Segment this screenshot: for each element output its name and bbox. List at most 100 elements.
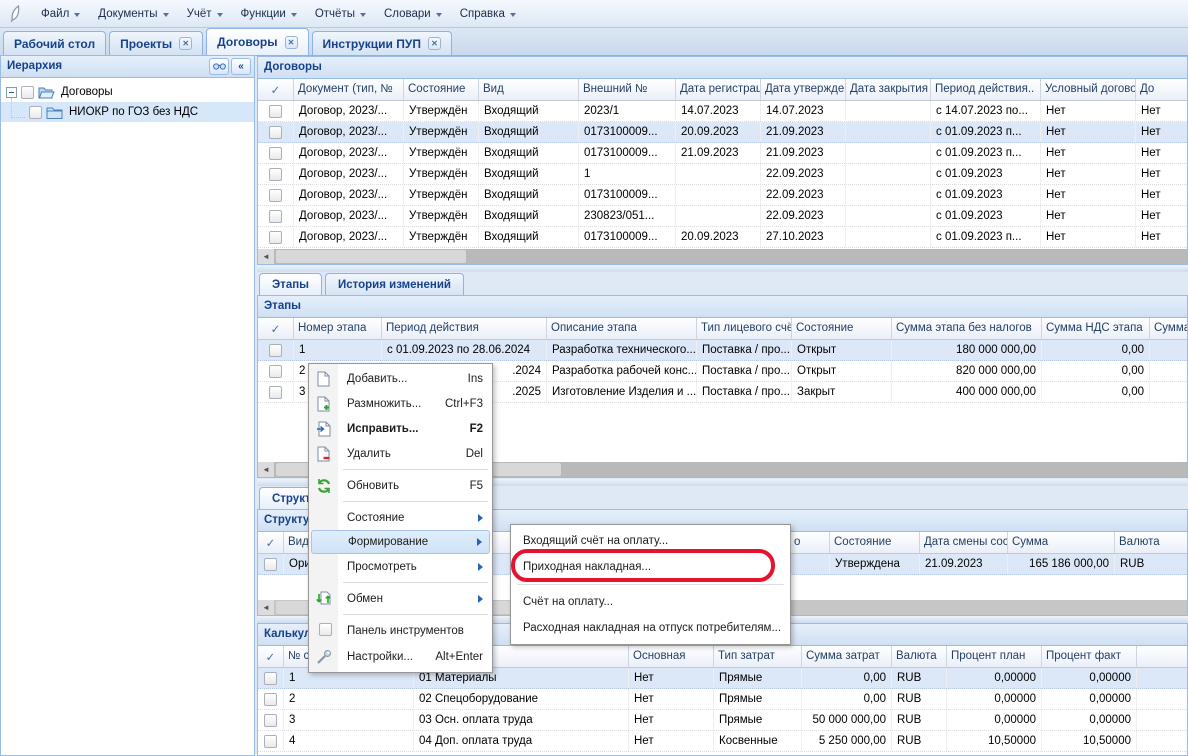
grid-header-cell[interactable]: Сумма затрат <box>802 646 892 667</box>
tab-close-icon[interactable]: ✕ <box>428 37 441 50</box>
row-checkbox[interactable] <box>269 147 282 160</box>
section-tab-история изменений[interactable]: История изменений <box>325 273 464 295</box>
submenu-item-счёт-на-оплату[interactable]: Счёт на оплату... <box>513 589 788 615</box>
tab-проекты[interactable]: Проекты✕ <box>109 31 203 55</box>
menubar-item-словари[interactable]: Словари <box>375 3 451 25</box>
menu-item-состояние[interactable]: Состояние <box>311 505 490 530</box>
grid-header-cell[interactable]: Номер этапа <box>294 318 382 339</box>
grid-header-cell[interactable]: Дата закрытия <box>846 79 931 100</box>
submenu-item-расходная-накладная-на-отпуск-потребителям[interactable]: Расходная накладная на отпуск потребител… <box>513 615 788 641</box>
grid-row[interactable]: Договор, 2023/...УтверждёнВходящий017310… <box>258 227 1187 248</box>
grid-header-cell[interactable]: До <box>1136 79 1188 100</box>
submenu-item-входящий-счёт-на-оплату[interactable]: Входящий счёт на оплату... <box>513 528 788 554</box>
grid-header-cell[interactable]: Состояние <box>830 532 920 553</box>
grid-header-cell[interactable]: ✓ <box>258 532 284 553</box>
menubar-item-отчёты[interactable]: Отчёты <box>306 3 375 25</box>
row-checkbox[interactable] <box>269 105 282 118</box>
grid-header-cell[interactable]: Условный договор <box>1041 79 1136 100</box>
row-checkbox[interactable] <box>264 714 277 727</box>
grid-row[interactable]: 1с 01.09.2023 по 28.06.2024Разработка те… <box>258 340 1187 361</box>
grid-header-cell[interactable]: Тип затрат <box>714 646 802 667</box>
row-checkbox[interactable] <box>269 365 282 378</box>
grid-header-cell[interactable]: Сумма э <box>1150 318 1188 339</box>
menu-item-удалить[interactable]: УдалитьDel <box>311 441 490 466</box>
tree-node-root[interactable]: Договоры <box>1 82 254 102</box>
row-checkbox[interactable] <box>269 210 282 223</box>
grid-header-cell[interactable]: Период действия.. <box>931 79 1041 100</box>
grid-header-cell[interactable]: Дата утверждения <box>761 79 846 100</box>
grid-header-cell[interactable]: ✓ <box>258 646 284 667</box>
scroll-left-icon[interactable]: ◄ <box>258 462 274 477</box>
grid-header-cell[interactable]: Состояние <box>404 79 479 100</box>
grid-header-cell[interactable]: Основная <box>629 646 714 667</box>
grid-row[interactable]: 202 СпецоборудованиеНетПрямые0,00RUB0,00… <box>258 689 1187 710</box>
menu-item-размножить[interactable]: Размножить...Ctrl+F3 <box>311 391 490 416</box>
tab-close-icon[interactable]: ✕ <box>285 36 298 49</box>
row-checkbox[interactable] <box>269 344 282 357</box>
grid-row[interactable]: Договор, 2023/...УтверждёнВходящий017310… <box>258 122 1187 143</box>
grid-row[interactable]: Договор, 2023/...УтверждёнВходящий017310… <box>258 143 1187 164</box>
grid-header-cell[interactable]: Описание этапа <box>547 318 697 339</box>
grid-header-cell[interactable]: Валюта <box>1115 532 1188 553</box>
tab-рабочий-стол[interactable]: Рабочий стол <box>3 31 106 55</box>
menu-item-панель-инструментов[interactable]: Панель инструментов <box>311 618 490 644</box>
menu-item-настройки[interactable]: Настройки...Alt+Enter <box>311 644 490 670</box>
grid-header-cell[interactable]: Вид <box>479 79 579 100</box>
menubar-item-справка[interactable]: Справка <box>451 3 525 25</box>
menu-item-добавить[interactable]: Добавить...Ins <box>311 366 490 391</box>
row-checkbox[interactable] <box>269 168 282 181</box>
grid-header-cell[interactable]: Внешний № <box>579 79 676 100</box>
scroll-left-icon[interactable]: ◄ <box>258 600 274 615</box>
grid-header-cell[interactable]: Тип лицевого счёт <box>697 318 792 339</box>
grid-row[interactable]: 404 Доп. оплата трудаНетКосвенные5 250 0… <box>258 731 1187 752</box>
row-checkbox[interactable] <box>269 189 282 202</box>
grid-header-cell[interactable]: Валюта <box>892 646 947 667</box>
grid-header-cell[interactable]: ✓ <box>258 79 294 100</box>
tree-node-child[interactable]: НИОКР по ГОЗ без НДС <box>1 102 254 122</box>
section-tab-этапы[interactable]: Этапы <box>259 273 322 295</box>
row-checkbox[interactable] <box>269 231 282 244</box>
tab-договоры[interactable]: Договоры✕ <box>206 28 308 55</box>
grid-header-cell[interactable]: Сумма этапа без налогов <box>892 318 1042 339</box>
grid-row[interactable]: Договор, 2023/...УтверждёнВходящий2023/1… <box>258 101 1187 122</box>
grid-header-cell[interactable]: Дата смены состоя <box>920 532 1008 553</box>
grid-header-cell[interactable]: Состояние <box>792 318 892 339</box>
submenu-item-приходная-накладная[interactable]: Приходная накладная... <box>513 554 788 580</box>
splitter[interactable] <box>257 265 1188 272</box>
grid-header-cell[interactable]: о <box>790 532 830 553</box>
grid-row[interactable]: Договор, 2023/...УтверждёнВходящий017310… <box>258 185 1187 206</box>
grid-row[interactable]: Договор, 2023/...УтверждёнВходящий122.09… <box>258 164 1187 185</box>
collapse-icon[interactable]: « <box>231 58 251 75</box>
grid-header-cell[interactable]: Процент план <box>947 646 1042 667</box>
menu-item-формирование[interactable]: Формирование <box>311 530 490 554</box>
menubar-item-учёт[interactable]: Учёт <box>178 3 232 25</box>
grid-header-cell[interactable]: Сумма <box>1008 532 1115 553</box>
menu-item-обмен[interactable]: Обмен <box>311 586 490 611</box>
grid-row[interactable]: Договор, 2023/...УтверждёнВходящий230823… <box>258 206 1187 227</box>
menubar-item-функции[interactable]: Функции <box>232 3 306 25</box>
menubar-item-документы[interactable]: Документы <box>89 3 177 25</box>
tab-инструкции-пуп[interactable]: Инструкции ПУП✕ <box>312 31 452 55</box>
menubar-item-файл[interactable]: Файл <box>32 3 89 25</box>
search-icon[interactable] <box>209 58 229 75</box>
grid-header-cell[interactable]: Дата регистрации. <box>676 79 761 100</box>
row-checkbox[interactable] <box>264 735 277 748</box>
tree-checkbox[interactable] <box>29 106 42 119</box>
row-checkbox[interactable] <box>264 558 277 571</box>
grid-header-cell[interactable]: ✓ <box>258 318 294 339</box>
tree-expander-icon[interactable] <box>6 87 17 98</box>
tab-close-icon[interactable]: ✕ <box>179 37 192 50</box>
grid-header-cell[interactable]: Процент факт <box>1042 646 1137 667</box>
row-checkbox[interactable] <box>264 693 277 706</box>
menu-item-обновить[interactable]: ОбновитьF5 <box>311 473 490 498</box>
contracts-hscrollbar[interactable]: ◄ <box>258 249 1187 264</box>
scroll-left-icon[interactable]: ◄ <box>258 249 274 264</box>
row-checkbox[interactable] <box>269 386 282 399</box>
grid-header-cell[interactable]: Документ (тип, № <box>294 79 404 100</box>
grid-row[interactable]: 303 Осн. оплата трудаНетПрямые50 000 000… <box>258 710 1187 731</box>
row-checkbox[interactable] <box>264 672 277 685</box>
menu-item-исправить[interactable]: Исправить...F2 <box>311 416 490 441</box>
row-checkbox[interactable] <box>269 126 282 139</box>
menu-item-просмотреть[interactable]: Просмотреть <box>311 554 490 579</box>
grid-header-cell[interactable]: Период действия <box>382 318 547 339</box>
